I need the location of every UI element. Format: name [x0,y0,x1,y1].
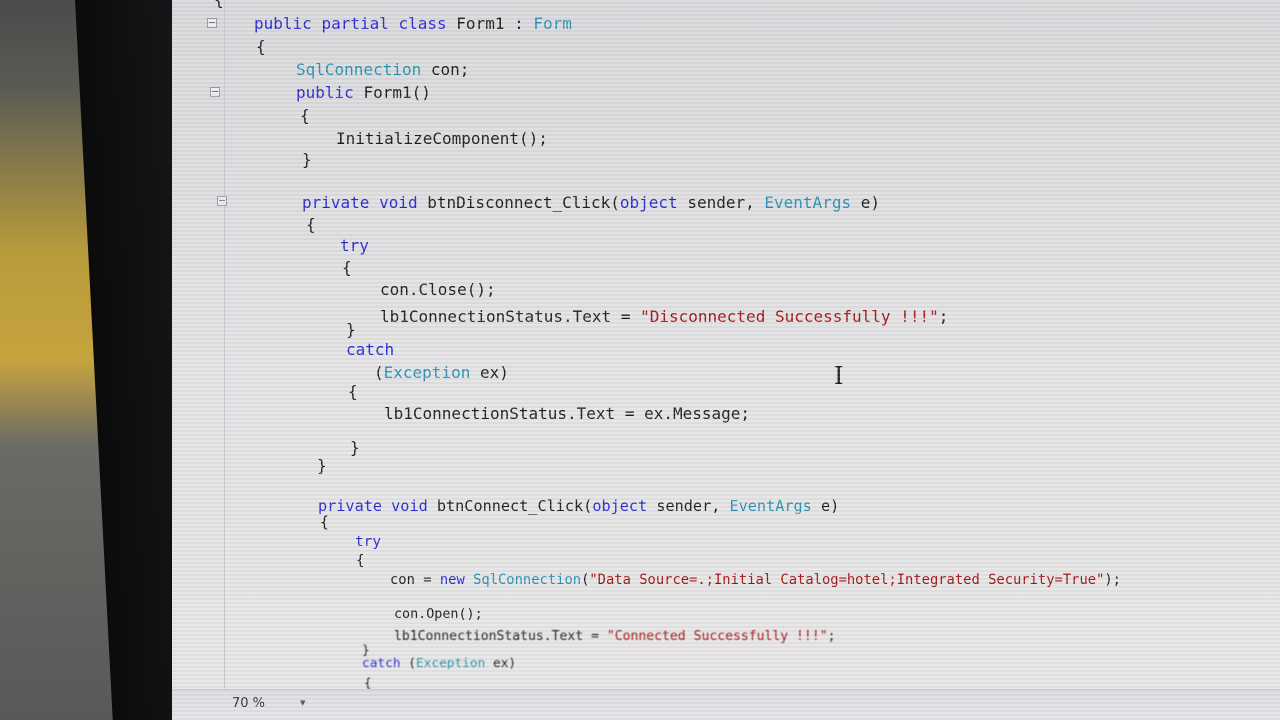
code-token: ; [938,307,949,326]
code-token: btnDisconnect_Click( [427,193,620,212]
code-line[interactable]: InitializeComponent(); [336,129,548,149]
collapse-icon[interactable] [207,18,217,28]
code-token: catch [346,340,395,359]
code-line[interactable]: lb1ConnectionStatus.Text = ex.Message; [384,404,750,424]
editor-margin [224,0,225,690]
code-token: "Data Source=.;Initial Catalog=hotel;Int… [589,572,1105,588]
code-token: } [346,320,356,339]
chevron-down-icon[interactable]: ▾ [300,696,306,709]
code-token: { [364,675,372,690]
code-token: object [592,497,648,515]
code-token: EventArgs [729,497,812,515]
code-token: partial [321,14,399,33]
code-token: { [214,0,224,9]
code-token: public [296,83,364,102]
code-token: { [348,382,358,401]
code-editor[interactable]: { public partial class Form1 : Form { SqlCo… [172,0,1280,720]
code-line[interactable]: } [350,438,360,458]
code-token: ex) [485,656,517,671]
code-token: { [306,215,316,234]
code-line[interactable]: lb1ConnectionStatus.Text = "Connected Su… [394,627,835,647]
code-line[interactable]: } [317,456,327,476]
code-line[interactable]: { [214,0,224,10]
code-token: { [300,106,310,125]
code-line[interactable]: con.Open(); [394,605,483,625]
code-token: void [391,497,437,515]
collapse-icon[interactable] [217,196,227,206]
text-cursor-icon: I [834,362,844,390]
code-line[interactable]: public partial class Form1 : Form [254,14,572,34]
code-token: "Connected Successfully !!!" [606,629,828,644]
code-token: } [317,456,327,475]
code-line[interactable]: try [355,532,381,552]
code-token: } [350,438,360,457]
code-token: lb1ConnectionStatus.Text = [380,307,641,326]
code-token: InitializeComponent(); [336,129,548,148]
code-line[interactable]: private void btnDisconnect_Click(object … [302,193,880,213]
code-token: EventArgs [764,193,852,212]
code-line[interactable]: try [340,236,369,256]
code-token: catch [362,656,409,671]
code-token: con.Open(); [394,607,483,622]
code-token: { [356,553,365,569]
code-token: btnConnect_Click( [436,497,593,515]
code-token: Form [533,14,572,33]
code-line[interactable]: catch [346,340,394,360]
code-token: new [439,572,474,588]
code-token: ; [827,629,836,644]
code-line[interactable]: { [300,106,310,126]
code-token: try [355,534,381,550]
code-token: private [318,497,392,515]
collapse-icon[interactable] [210,87,220,97]
editor-status-bar: 70 % ▾ [172,689,1280,720]
code-token: { [256,37,266,56]
code-line[interactable]: } [346,320,356,340]
code-token: } [302,150,312,169]
code-token: public [254,14,322,33]
code-line[interactable]: { [342,258,352,278]
code-line[interactable]: { [320,513,329,533]
code-token: { [320,514,329,531]
code-line[interactable]: con = new SqlConnection("Data Source=.;I… [390,570,1121,590]
code-token: sender, [647,497,730,515]
code-token: ex) [470,363,509,382]
code-line[interactable]: con.Close(); [380,280,496,300]
code-token: try [340,236,369,255]
code-token: "Disconnected Successfully !!!" [640,307,939,326]
code-token: con; [421,60,470,79]
code-token: e) [851,193,880,212]
zoom-level[interactable]: 70 % [232,696,265,711]
code-line[interactable]: lb1ConnectionStatus.Text = "Disconnected… [380,307,948,327]
code-line[interactable]: { [256,37,266,57]
code-token: Exception [415,656,486,671]
code-token: ); [1104,572,1121,588]
code-token: Form1() [363,83,431,102]
code-line[interactable]: private void btnConnect_Click(object sen… [318,496,839,516]
code-token: lb1ConnectionStatus.Text = ex.Message; [384,404,751,423]
code-token: con = [390,572,440,588]
code-line[interactable]: public Form1() [296,83,431,103]
code-token: ( [408,656,416,671]
code-token: { [342,258,352,277]
code-line[interactable]: (Exception ex) [374,363,509,383]
code-line[interactable]: { [306,215,316,235]
code-token: lb1ConnectionStatus.Text = [394,629,607,644]
code-token: e) [811,497,840,515]
code-token: Form1 : [456,14,534,33]
code-token: sender, [677,193,765,212]
code-token: void [379,193,428,212]
code-line[interactable]: SqlConnection con; [296,60,469,80]
code-token: private [302,193,380,212]
code-line[interactable]: { [356,551,365,571]
code-token: ( [374,363,384,382]
code-line[interactable]: } [302,150,312,170]
code-line[interactable]: catch (Exception ex) [362,654,516,674]
code-token: con.Close(); [380,280,496,299]
code-token: class [398,14,457,33]
code-token: Exception [383,363,471,382]
code-token: SqlConnection [296,60,422,79]
code-token: SqlConnection [473,572,582,588]
code-token: object [619,193,678,212]
code-line[interactable]: { [348,382,358,402]
